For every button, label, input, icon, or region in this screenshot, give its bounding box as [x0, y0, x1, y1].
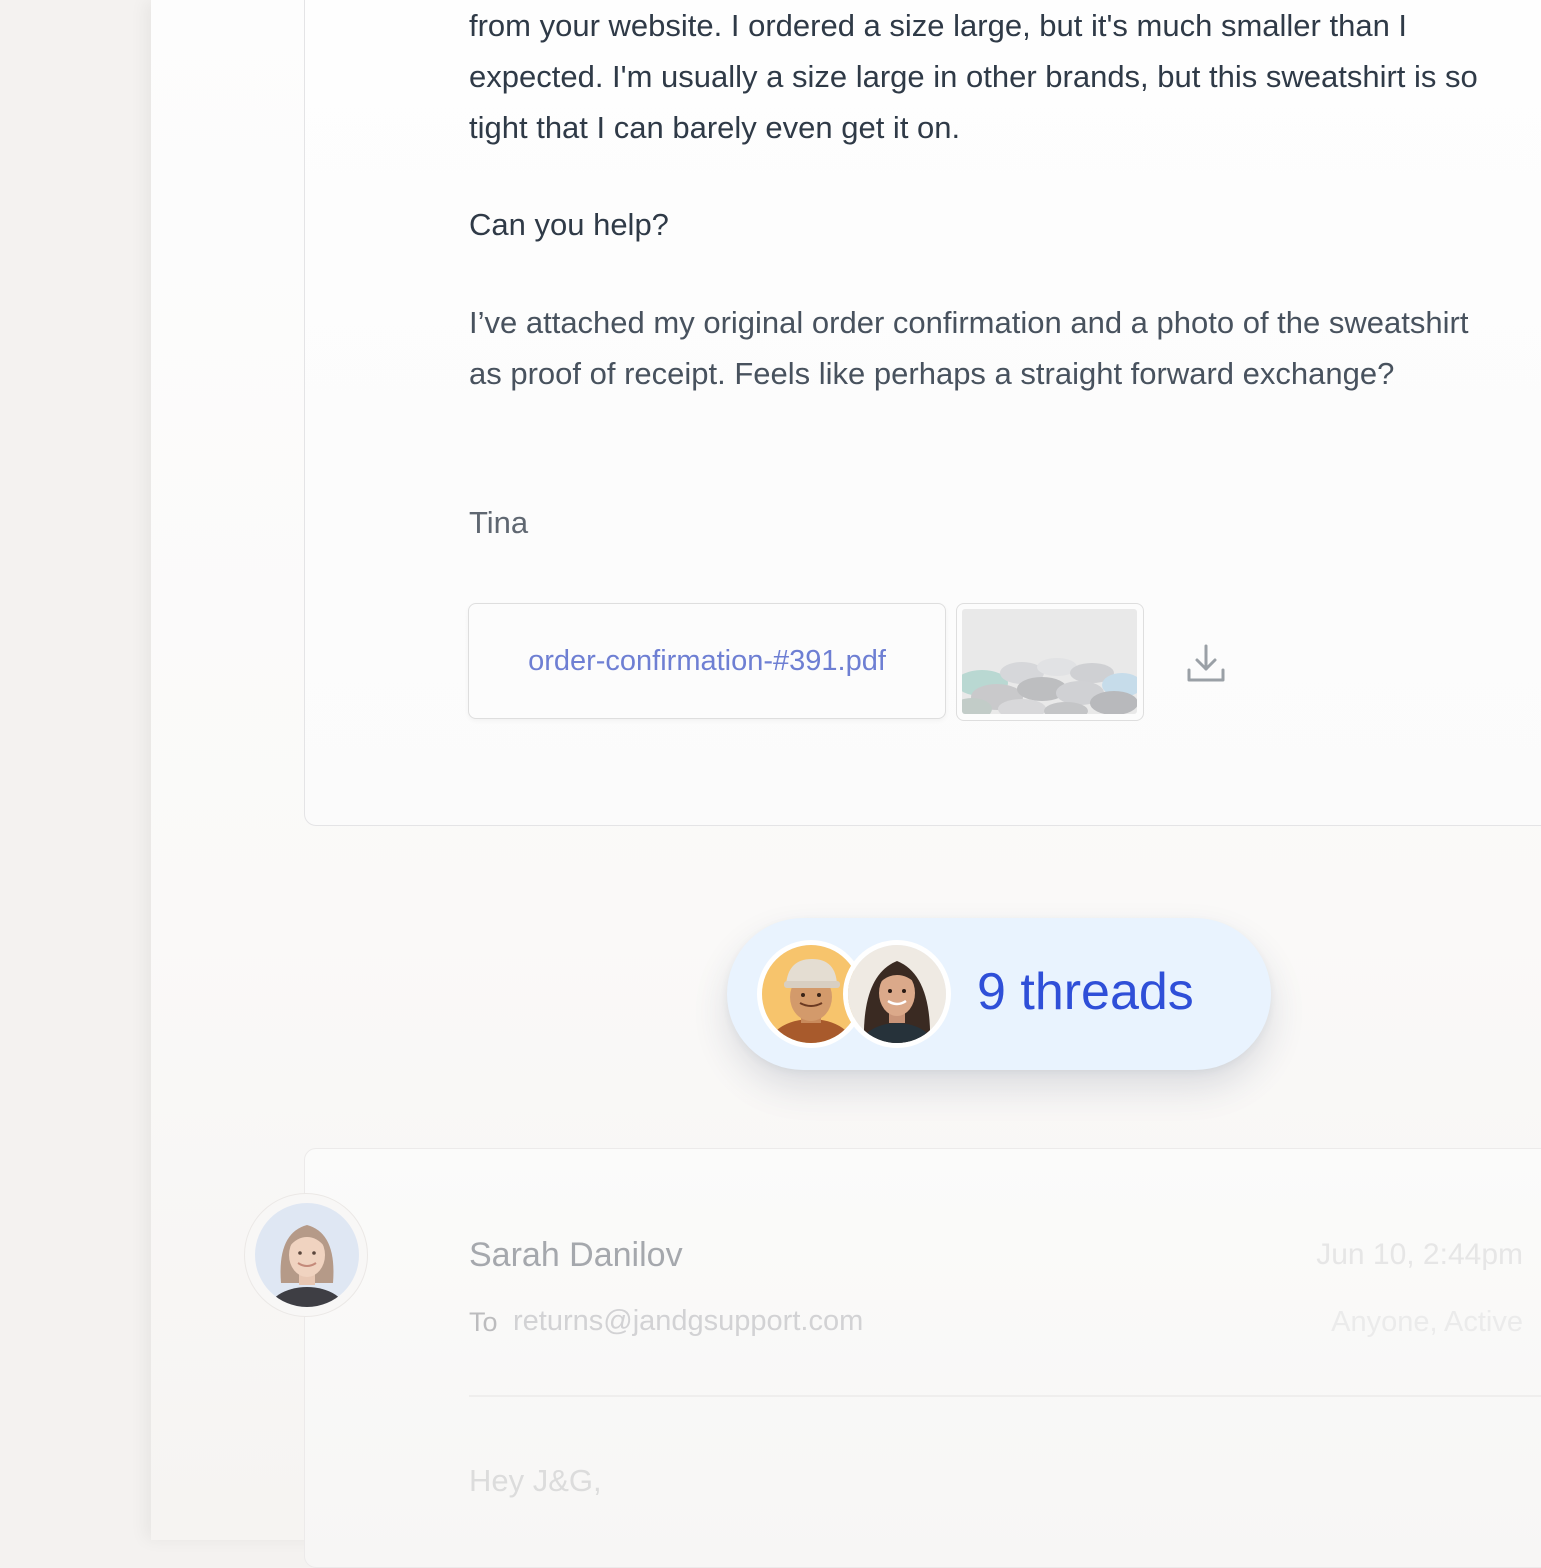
message-paragraph: I’ve attached my original order confirma…: [469, 305, 1469, 391]
sweatshirt-photo-thumbnail: [962, 609, 1137, 714]
to-label: To: [469, 1307, 498, 1337]
pdf-attachment[interactable]: order-confirmation-#391.pdf: [468, 603, 946, 719]
message-paragraph: from your website. I ordered a size larg…: [469, 8, 1478, 145]
reply-greeting: Hey J&G,: [469, 1463, 602, 1498]
message-signature: Tina: [469, 505, 529, 540]
download-icon: [1187, 644, 1225, 682]
divider: [469, 1395, 1541, 1397]
reply-card: [304, 1148, 1541, 1568]
image-attachment[interactable]: [956, 603, 1144, 721]
message-paragraph: Can you help?: [469, 207, 669, 242]
recipient-address: returns@jandgsupport.com: [513, 1305, 864, 1337]
download-button[interactable]: [1184, 642, 1228, 686]
sender-name: Sarah Danilov: [469, 1236, 683, 1274]
threads-button[interactable]: 9 threads: [727, 918, 1271, 1070]
participant-avatar-woman: [843, 940, 951, 1048]
threads-count-label: 9 threads: [977, 963, 1194, 1021]
assignee-status[interactable]: Anyone, Active: [1331, 1306, 1523, 1339]
pdf-attachment-name: order-confirmation-#391.pdf: [528, 644, 886, 677]
sender-avatar: [244, 1193, 368, 1317]
message-timestamp: Jun 10, 2:44pm: [1316, 1238, 1523, 1271]
